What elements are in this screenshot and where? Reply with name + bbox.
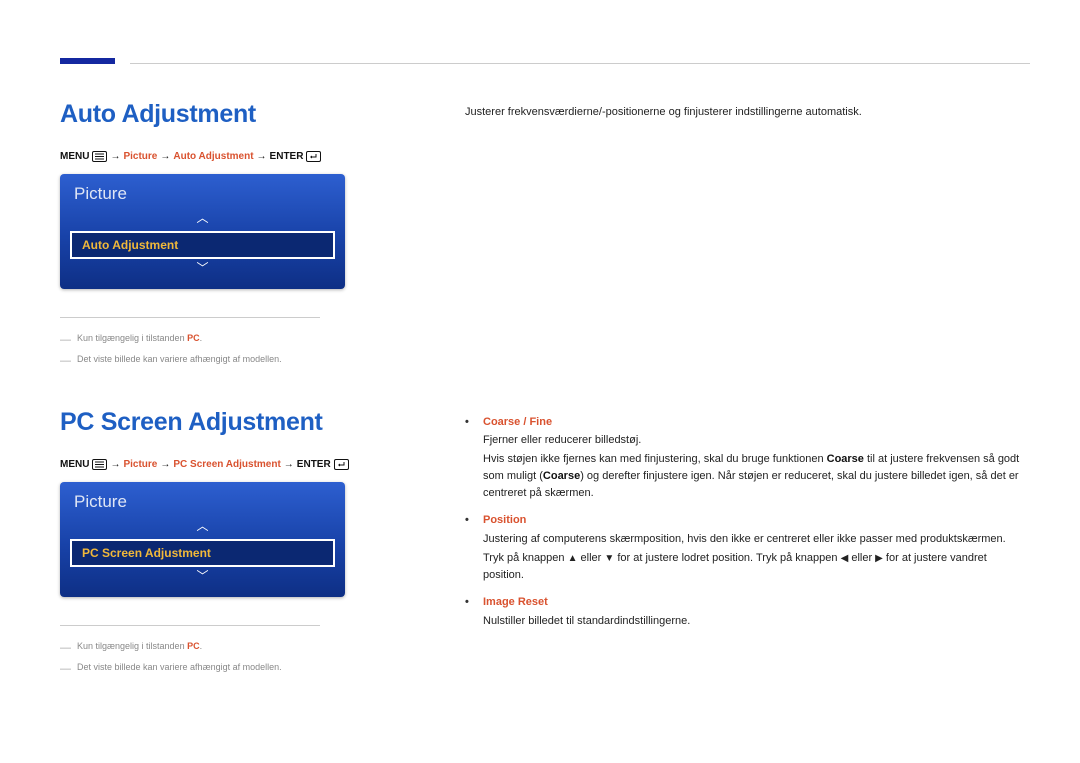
footnote-text: Det viste billede kan variere afhængigt …: [77, 659, 282, 680]
osd-selected-item: PC Screen Adjustment: [70, 539, 335, 567]
triangle-up-icon: ▲: [568, 551, 578, 567]
bullet-text: Hvis støjen ikke fjernes kan med finjust…: [483, 451, 1030, 502]
footnote-model-vary: ― Det viste billede kan variere afhængig…: [60, 351, 320, 372]
chevron-down-icon: ﹀: [196, 569, 208, 583]
arrow: →: [284, 459, 294, 470]
bullet-text: Nulstiller billedet til standardindstill…: [483, 613, 1030, 630]
osd-panel-pc-screen-adjustment: Picture ︿ PC Screen Adjustment ﹀: [60, 482, 345, 597]
footnote-pc-only: ― Kun tilgængelig i tilstanden PC.: [60, 330, 320, 351]
bullet-text: Justering af computerens skærmposition, …: [483, 531, 1030, 548]
osd-title: Picture: [60, 482, 345, 519]
bullet-coarse-fine: • Coarse / Fine Fjerner eller reducerer …: [465, 414, 1030, 503]
footnotes-auto-adjustment: ― Kun tilgængelig i tilstanden PC. ― Det…: [60, 317, 320, 372]
breadcrumb-auto-adjustment: MENU → Picture → Auto Adjustment → ENTER: [60, 151, 390, 162]
menu-icon: [92, 459, 107, 470]
path-enter-label: ENTER: [270, 151, 304, 162]
bullet-label: Image Reset: [483, 596, 548, 608]
triangle-down-icon: ▼: [604, 551, 614, 567]
footnote-suffix: .: [200, 641, 203, 651]
bullet-text: Fjerner eller reducerer billedstøj.: [483, 432, 1030, 449]
footnote-pc-only: ― Kun tilgængelig i tilstanden PC.: [60, 638, 320, 659]
arrow: →: [160, 459, 170, 470]
arrow: →: [160, 151, 170, 162]
path-pc-screen-adjustment: PC Screen Adjustment: [173, 459, 280, 470]
path-menu-label: MENU: [60, 459, 89, 470]
enter-icon: [306, 151, 321, 162]
bullet-image-reset: • Image Reset Nulstiller billedet til st…: [465, 594, 1030, 630]
arrow: →: [110, 151, 120, 162]
bullet-text: Tryk på knappen ▲ eller ▼ for at justere…: [483, 550, 1030, 584]
bullet-label: Coarse / Fine: [483, 416, 552, 428]
arrow: →: [257, 151, 267, 162]
chevron-down-icon: ﹀: [196, 261, 208, 275]
osd-panel-auto-adjustment: Picture ︿ Auto Adjustment ﹀: [60, 174, 345, 289]
bullet-position: • Position Justering af computerens skær…: [465, 512, 1030, 584]
path-auto-adjustment: Auto Adjustment: [173, 151, 253, 162]
chevron-up-icon: ︿: [196, 519, 208, 533]
heading-auto-adjustment: Auto Adjustment: [60, 100, 390, 129]
bullet-label: Position: [483, 514, 526, 526]
auto-adjustment-description: Justerer frekvensværdierne/-positionerne…: [465, 104, 1030, 121]
path-menu-label: MENU: [60, 151, 89, 162]
header-rule: [130, 63, 1030, 64]
triangle-right-icon: ▶: [875, 551, 883, 567]
osd-title: Picture: [60, 174, 345, 211]
pc-adjustment-bullets: • Coarse / Fine Fjerner eller reducerer …: [465, 414, 1030, 630]
footnote-model-vary: ― Det viste billede kan variere afhængig…: [60, 659, 320, 680]
heading-pc-screen-adjustment: PC Screen Adjustment: [60, 408, 390, 437]
footnotes-pc-screen-adjustment: ― Kun tilgængelig i tilstanden PC. ― Det…: [60, 625, 320, 680]
footnote-suffix: .: [200, 333, 203, 343]
chevron-up-icon: ︿: [196, 211, 208, 225]
enter-icon: [334, 459, 349, 470]
footnote-text: Det viste billede kan variere afhængigt …: [77, 351, 282, 372]
path-picture: Picture: [123, 151, 157, 162]
breadcrumb-pc-screen-adjustment: MENU → Picture → PC Screen Adjustment → …: [60, 459, 390, 470]
footnote-text: Kun tilgængelig i tilstanden: [77, 333, 187, 343]
osd-selected-item: Auto Adjustment: [70, 231, 335, 259]
footnote-text: Kun tilgængelig i tilstanden: [77, 641, 187, 651]
path-picture: Picture: [123, 459, 157, 470]
menu-icon: [92, 151, 107, 162]
footnote-accent: PC: [187, 641, 200, 651]
header-accent-bar: [60, 58, 115, 64]
footnote-accent: PC: [187, 333, 200, 343]
path-enter-label: ENTER: [297, 459, 331, 470]
arrow: →: [110, 459, 120, 470]
